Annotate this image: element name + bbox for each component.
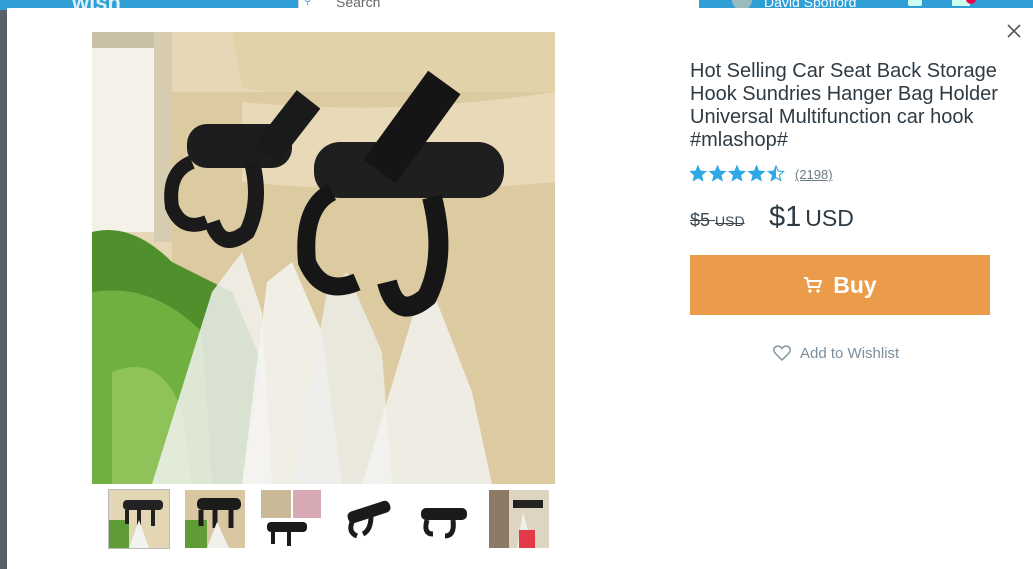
star-icon — [747, 165, 766, 182]
original-price-amount: $5 — [690, 210, 711, 230]
sale-price-unit: USD — [805, 205, 854, 231]
close-icon[interactable] — [1003, 20, 1025, 42]
star-icon — [767, 165, 785, 182]
heart-icon — [773, 345, 791, 361]
star-icon — [690, 165, 707, 182]
search-icon[interactable]: ⚲ — [304, 0, 311, 7]
sale-price: $1 USD — [769, 201, 854, 234]
wishlist-label: Add to Wishlist — [800, 344, 900, 362]
star-icon — [728, 165, 746, 182]
product-main-image — [92, 32, 555, 484]
cart-icon — [804, 277, 823, 293]
thumbnail-5[interactable] — [413, 490, 473, 548]
thumbnail-1[interactable] — [108, 489, 170, 549]
thumbnail-2[interactable] — [185, 490, 245, 548]
buy-button[interactable]: Buy — [690, 255, 990, 315]
rating-count-link[interactable]: (2198) — [795, 167, 833, 182]
original-price: $5 USD — [690, 210, 745, 231]
thumbnail-6[interactable] — [489, 490, 549, 548]
thumbnail-3[interactable] — [261, 490, 321, 548]
buy-button-label: Buy — [833, 271, 877, 298]
thumbnail-4[interactable] — [337, 490, 397, 548]
rating-stars — [690, 165, 785, 182]
bell-icon[interactable] — [908, 0, 922, 6]
add-to-wishlist-button[interactable]: Add to Wishlist — [773, 343, 899, 363]
product-title: Hot Selling Car Seat Back Storage Hook S… — [690, 60, 998, 151]
original-price-unit: USD — [715, 213, 745, 229]
product-modal: Hot Selling Car Seat Back Storage Hook S… — [7, 8, 1033, 569]
sale-price-amount: $1 — [769, 201, 802, 233]
star-icon — [708, 165, 727, 182]
